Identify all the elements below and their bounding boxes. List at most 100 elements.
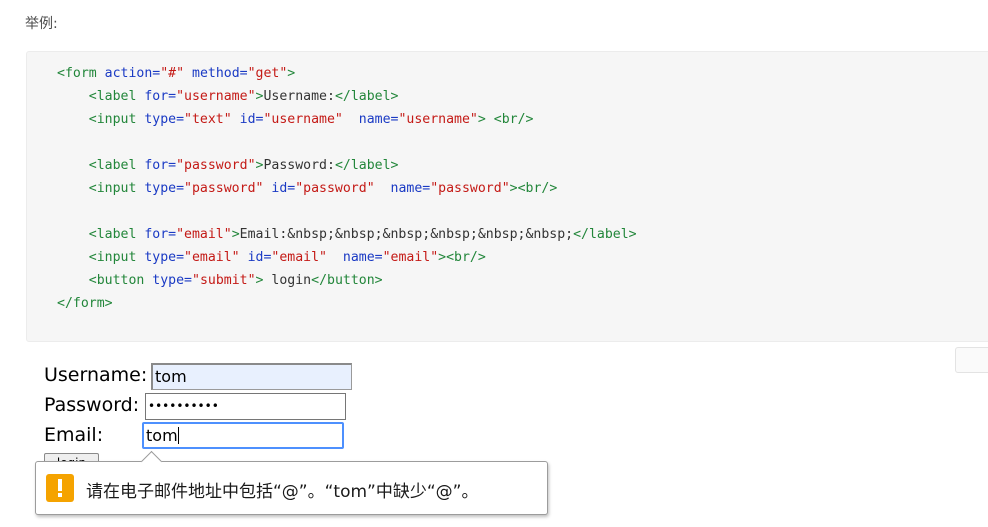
username-input[interactable]: tom xyxy=(151,363,352,390)
code-token: "password" xyxy=(184,181,264,196)
username-value: tom xyxy=(155,367,187,386)
code-token: "get" xyxy=(247,66,288,81)
password-input[interactable]: •••••••••• xyxy=(145,393,346,420)
code-token: name= xyxy=(342,250,383,265)
code-token: id= xyxy=(271,181,296,196)
code-token: "#" xyxy=(160,66,185,81)
warning-icon xyxy=(46,474,74,502)
code-token: type= xyxy=(144,112,185,127)
code-token: "username" xyxy=(263,112,343,127)
code-token: </button> xyxy=(311,273,383,288)
code-token: type= xyxy=(144,181,185,196)
code-token: <input xyxy=(88,250,145,265)
code-token: "email" xyxy=(176,227,232,242)
code-token: <input xyxy=(88,112,145,127)
code-line: <input type="email" id="email" name="ema… xyxy=(57,246,637,269)
code-token: > xyxy=(477,112,486,127)
tooltip-message: 请在电子邮件地址中包括“@”。“tom”中缺少“@”。 xyxy=(86,482,479,502)
code-line: <input type="password" id="password" nam… xyxy=(57,177,637,200)
code-token: method= xyxy=(192,66,248,81)
code-line: <label for="password">Password:</label> xyxy=(57,154,637,177)
code-token: name= xyxy=(358,112,399,127)
password-value: •••••••••• xyxy=(148,399,219,413)
code-line: <label for="email">Email:&nbsp;&nbsp;&nb… xyxy=(57,223,637,246)
code-token: </form> xyxy=(57,296,113,311)
code-token: Username: xyxy=(263,89,335,104)
code-token: "username" xyxy=(398,112,478,127)
username-label: Username: xyxy=(44,364,148,386)
code-token: <input xyxy=(88,181,145,196)
code-token: "text" xyxy=(184,112,232,127)
code-token: <br/> xyxy=(517,181,558,196)
code-token: <br/> xyxy=(446,250,486,265)
code-token: id= xyxy=(247,250,272,265)
code-token: "email" xyxy=(271,250,327,265)
copy-button[interactable] xyxy=(955,347,988,373)
code-line: </form> xyxy=(57,292,637,315)
code-token: > xyxy=(287,66,296,81)
code-token: "email" xyxy=(184,250,240,265)
code-token: </label> xyxy=(334,89,399,104)
code-block: <form action="#" method="get"> <label fo… xyxy=(26,51,988,342)
code-token: <form xyxy=(57,66,105,81)
validation-tooltip: 请在电子邮件地址中包括“@”。“tom”中缺少“@”。 xyxy=(35,450,548,515)
code-token: </label> xyxy=(334,158,399,173)
code-token: for= xyxy=(144,158,177,173)
code-token: login xyxy=(263,273,312,288)
code-token: > xyxy=(438,250,447,265)
code-token: "password" xyxy=(295,181,375,196)
code-token: > xyxy=(509,181,518,196)
code-token: <button xyxy=(88,273,153,288)
example-label: 举例: xyxy=(25,16,58,32)
code-token: id= xyxy=(239,112,264,127)
code-lines: <form action="#" method="get"> <label fo… xyxy=(57,62,637,315)
code-token: > xyxy=(231,227,240,242)
code-token: type= xyxy=(152,273,192,288)
code-token: Email:&nbsp;&nbsp;&nbsp;&nbsp;&nbsp;&nbs… xyxy=(239,227,574,242)
password-label: Password: xyxy=(44,394,140,416)
code-token: Password: xyxy=(263,158,335,173)
code-token: for= xyxy=(144,89,177,104)
code-line xyxy=(57,200,637,223)
text-cursor xyxy=(177,427,179,444)
code-line: <button type="submit"> login</button> xyxy=(57,269,637,292)
code-line: <label for="username">Username:</label> xyxy=(57,85,637,108)
tooltip-arrow xyxy=(140,450,163,473)
email-value: tom xyxy=(146,426,178,445)
code-line: <input type="text" id="username" name="u… xyxy=(57,108,637,131)
code-token: "email" xyxy=(382,250,439,265)
email-input[interactable]: tom xyxy=(142,422,344,449)
code-token: "password" xyxy=(430,181,510,196)
code-token: <label xyxy=(88,89,145,104)
code-token: action= xyxy=(104,66,161,81)
code-token: type= xyxy=(144,250,185,265)
code-token: </label> xyxy=(573,227,637,242)
code-token: <label xyxy=(88,158,145,173)
code-token: for= xyxy=(144,227,177,242)
email-label: Email: xyxy=(44,424,104,446)
code-token: <label xyxy=(88,227,145,242)
code-token: "submit" xyxy=(192,273,256,288)
code-token: name= xyxy=(390,181,431,196)
page: 举例: <form action="#" method="get"> <labe… xyxy=(0,0,988,527)
code-token: "username" xyxy=(176,89,256,104)
code-token: <br/> xyxy=(493,112,534,127)
code-token: "password" xyxy=(176,158,256,173)
code-line xyxy=(57,131,637,154)
code-line: <form action="#" method="get"> xyxy=(57,62,637,85)
